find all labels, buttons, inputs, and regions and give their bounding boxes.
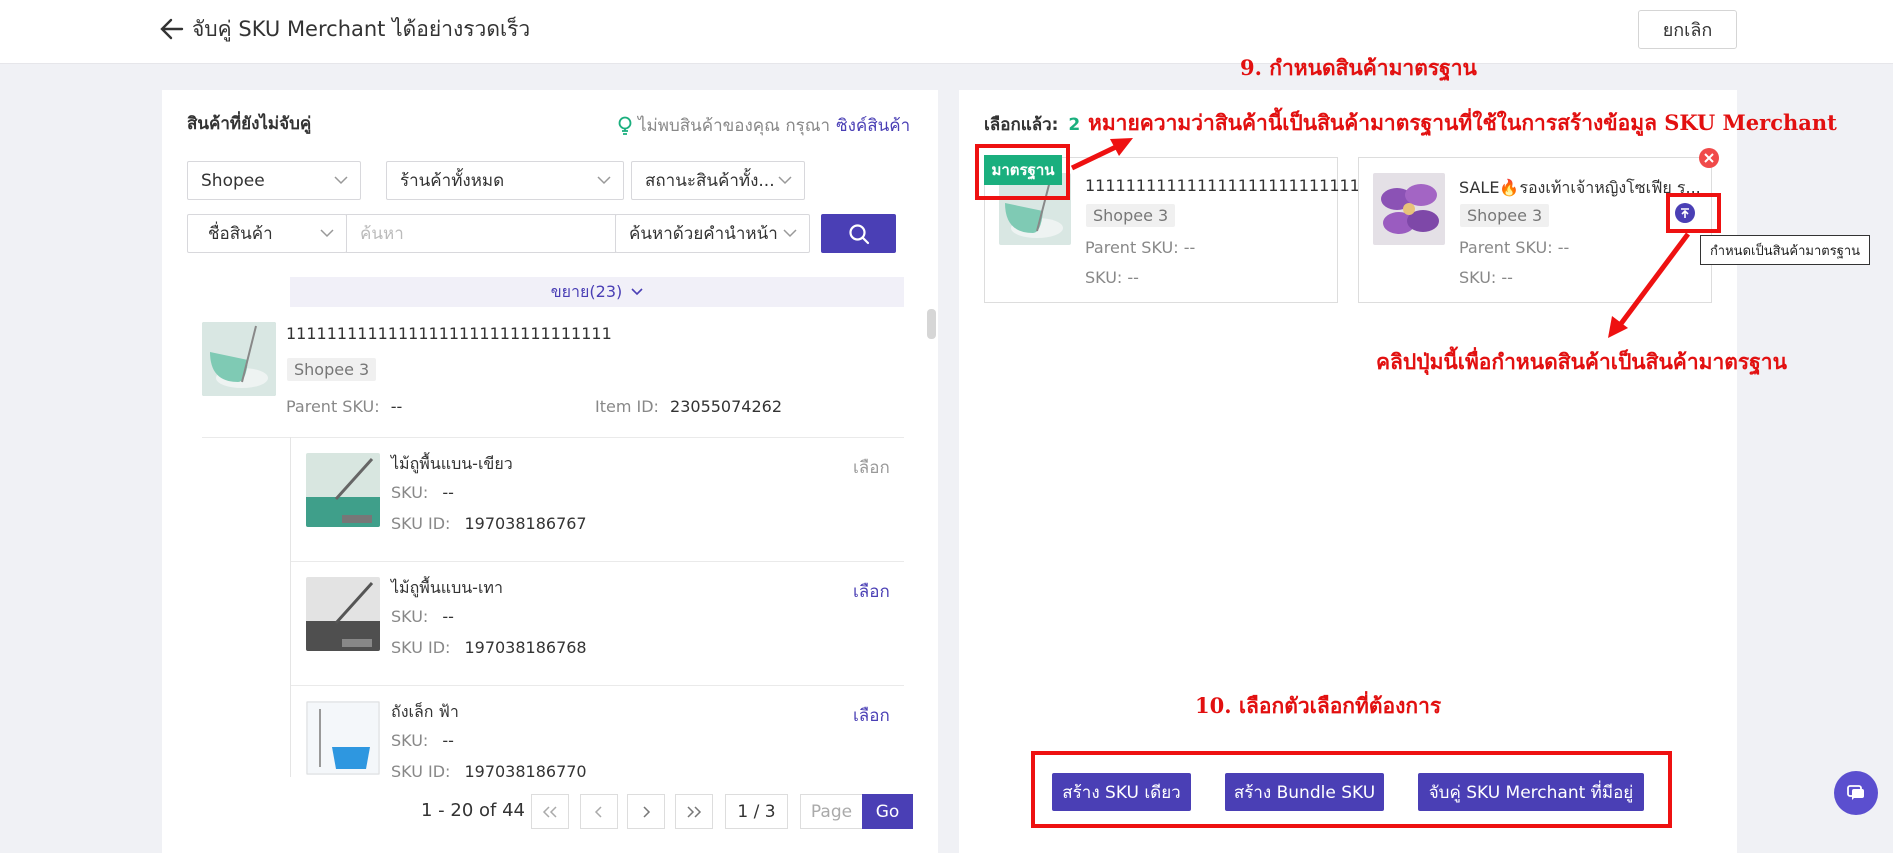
chat-icon (1847, 785, 1864, 800)
annotation-box-actions (1031, 751, 1672, 828)
chat-button[interactable] (1834, 771, 1878, 815)
annotation-arrows (1070, 138, 1691, 338)
